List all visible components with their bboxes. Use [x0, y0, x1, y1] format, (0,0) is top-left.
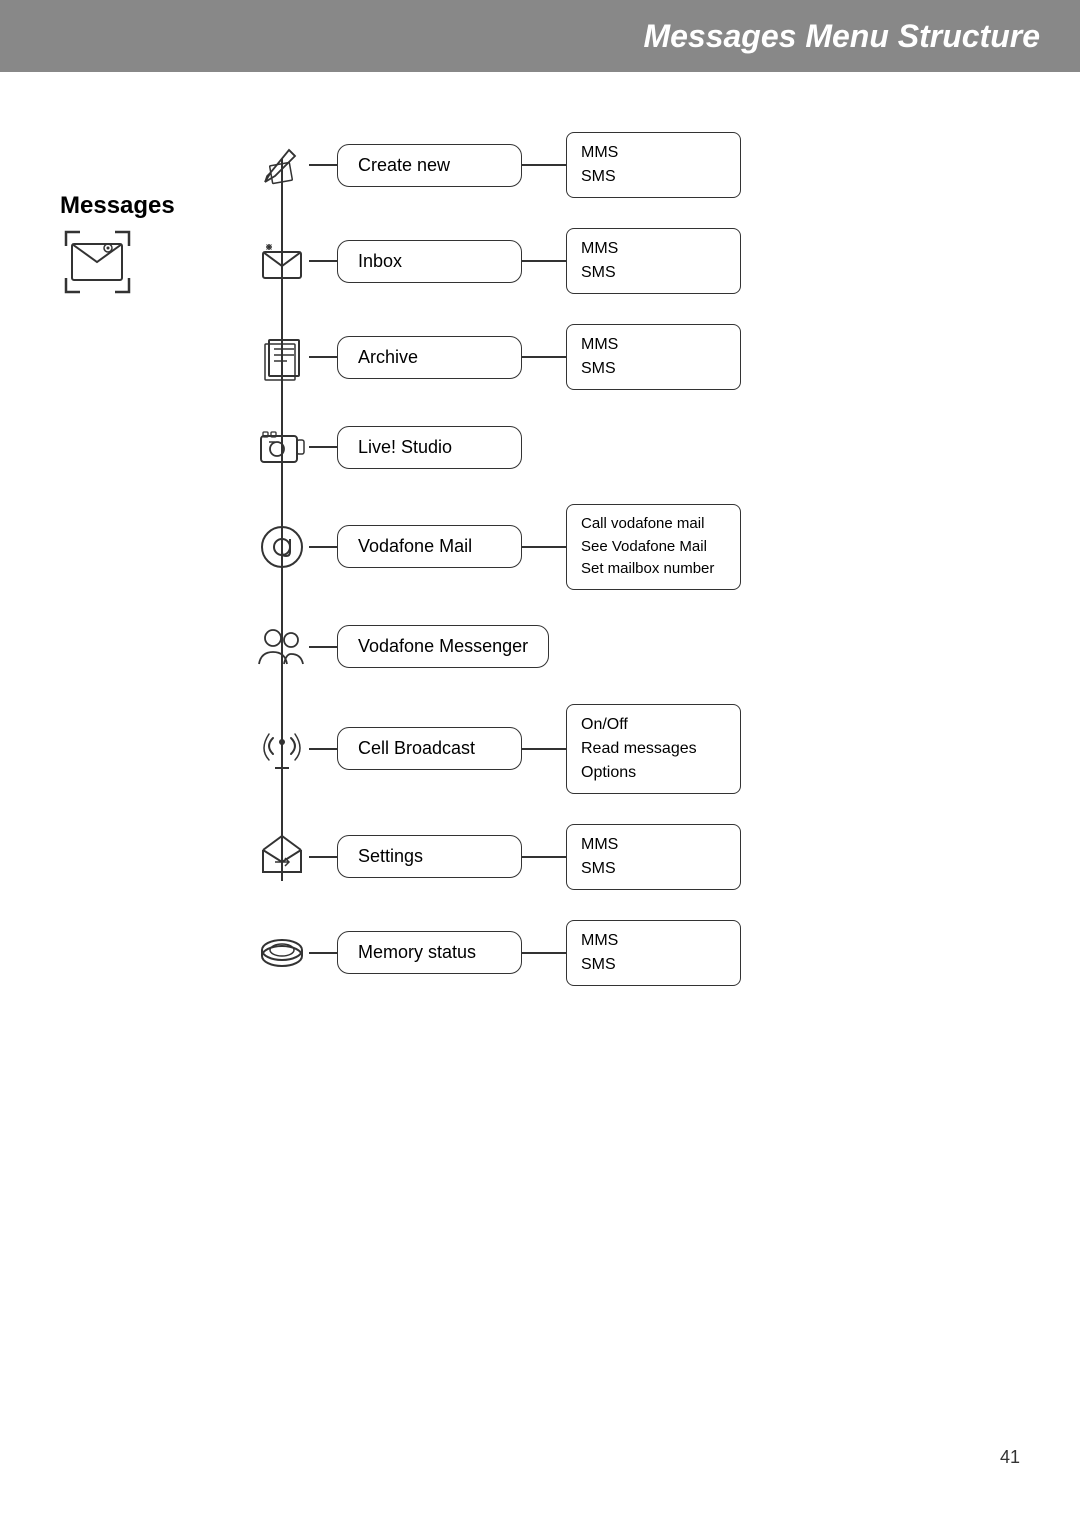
- sub-box-inbox: MMS SMS: [566, 228, 741, 294]
- sub-box-archive: MMS SMS: [566, 324, 741, 390]
- menu-row-cell-broadcast: Cell Broadcast On/Off Read messages Opti…: [255, 704, 1080, 794]
- messages-label: Messages: [60, 192, 175, 220]
- menu-row-memory-status: Memory status MMS SMS: [255, 920, 1080, 986]
- menu-box-cell-broadcast: Cell Broadcast: [337, 727, 522, 770]
- create-new-icon: [255, 138, 309, 192]
- menu-box-create-new: Create new: [337, 144, 522, 187]
- sub-box-vodafone-mail: Call vodafone mail See Vodafone Mail Set…: [566, 504, 741, 590]
- menu-diagram: Create new MMS SMS: [255, 132, 1080, 1036]
- menu-row-settings: Settings MMS SMS: [255, 824, 1080, 890]
- menu-row-vodafone-messenger: Vodafone Messenger: [255, 620, 1080, 674]
- menu-box-vodafone-mail: Vodafone Mail: [337, 525, 522, 568]
- menu-row-vodafone-mail: Vodafone Mail Call vodafone mail See Vod…: [255, 504, 1080, 590]
- settings-icon: [255, 830, 309, 884]
- envelope-icon: [60, 228, 135, 296]
- menu-box-vodafone-messenger: Vodafone Messenger: [337, 625, 549, 668]
- live-studio-icon: [255, 420, 309, 474]
- messages-section: Messages: [60, 192, 175, 296]
- cell-broadcast-icon: [255, 722, 309, 776]
- menu-box-settings: Settings: [337, 835, 522, 878]
- vodafone-mail-icon: [255, 520, 309, 574]
- archive-icon: [255, 330, 309, 384]
- page-number: 41: [1000, 1447, 1020, 1468]
- menu-box-memory-status: Memory status: [337, 931, 522, 974]
- menu-box-live-studio: Live! Studio: [337, 426, 522, 469]
- sub-box-settings: MMS SMS: [566, 824, 741, 890]
- sub-box-cell-broadcast: On/Off Read messages Options: [566, 704, 741, 794]
- sub-box-memory-status: MMS SMS: [566, 920, 741, 986]
- memory-status-icon: [255, 926, 309, 980]
- page-title: Messages Menu Structure: [643, 18, 1040, 55]
- vodafone-messenger-icon: [255, 620, 309, 674]
- inbox-icon: [255, 234, 309, 288]
- sub-box-create-new: MMS SMS: [566, 132, 741, 198]
- menu-box-archive: Archive: [337, 336, 522, 379]
- header-bar: Messages Menu Structure: [0, 0, 1080, 72]
- menu-row-archive: Archive MMS SMS: [255, 324, 1080, 390]
- menu-box-inbox: Inbox: [337, 240, 522, 283]
- menu-row-create-new: Create new MMS SMS: [255, 132, 1080, 198]
- menu-row-inbox: Inbox MMS SMS: [255, 228, 1080, 294]
- menu-row-live-studio: Live! Studio: [255, 420, 1080, 474]
